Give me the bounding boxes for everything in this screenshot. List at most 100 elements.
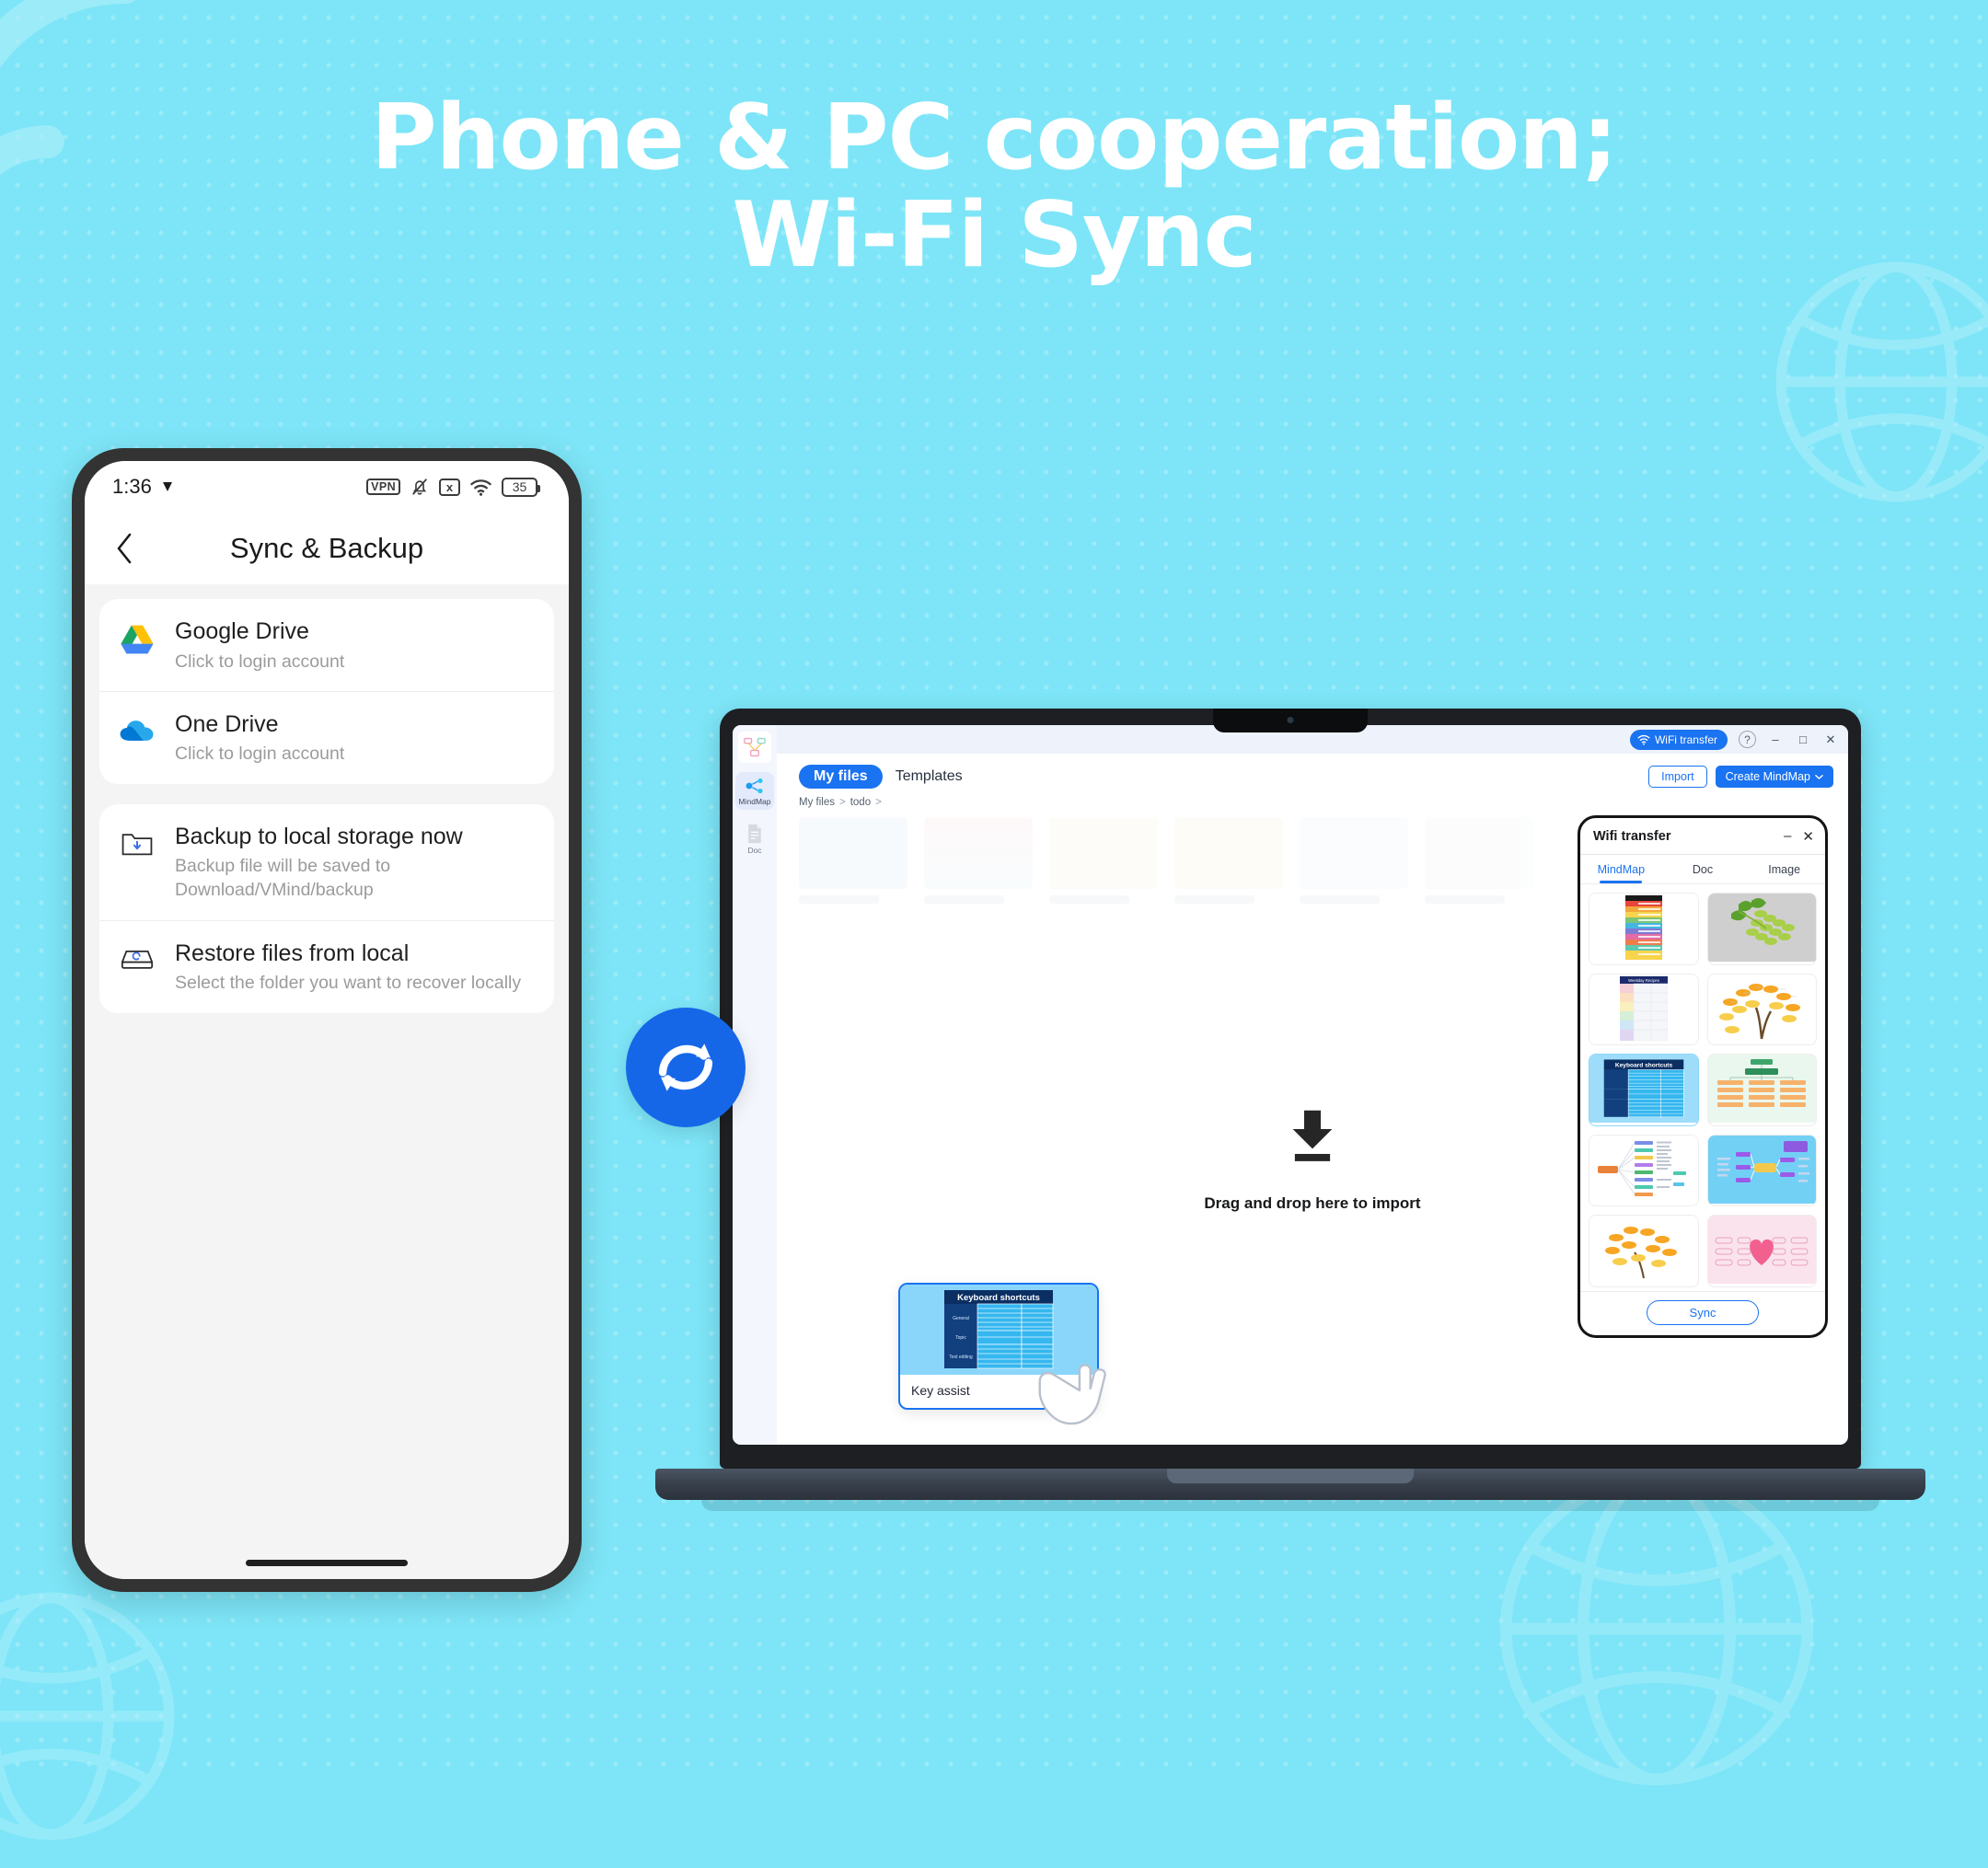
sync-item-title: Google Drive bbox=[175, 618, 309, 644]
laptop-base bbox=[655, 1469, 1925, 1500]
ghost-file-card bbox=[1300, 817, 1408, 904]
sync-item-title: One Drive bbox=[175, 710, 279, 737]
phone-app-bar: Sync & Backup bbox=[85, 513, 569, 584]
file-card-selected[interactable]: Keyboard shortcuts bbox=[1589, 1054, 1699, 1126]
tab-mindmap[interactable]: MindMap bbox=[1580, 855, 1662, 883]
phone-status-bar: 1:36 VPN x 35 bbox=[85, 461, 569, 513]
download-arrow-icon bbox=[1292, 1110, 1333, 1161]
sync-item-subtitle: Backup file will be saved to Download/VM… bbox=[175, 856, 391, 901]
wifi-transfer-footer: Sync bbox=[1580, 1291, 1825, 1335]
status-time: 1:36 bbox=[112, 475, 152, 498]
sidebar-item-doc[interactable]: Doc bbox=[735, 819, 774, 859]
wifi-transfer-header: Wifi transfer – ✕ bbox=[1580, 818, 1825, 855]
back-button[interactable] bbox=[98, 521, 153, 576]
close-button[interactable]: ✕ bbox=[1822, 732, 1839, 747]
file-card-meta bbox=[1708, 1284, 1817, 1286]
file-card[interactable] bbox=[1706, 1215, 1817, 1287]
tab-image[interactable]: Image bbox=[1743, 855, 1825, 883]
skills-map-thumb bbox=[1589, 1136, 1698, 1204]
phone-content: Google Drive Click to login account One … bbox=[85, 584, 569, 1579]
drop-zone-label: Drag and drop here to import bbox=[1204, 1194, 1421, 1212]
household-map-thumb bbox=[1707, 1135, 1816, 1204]
laptop-lid: MindMap Doc WiFi transfer ? – □ ✕ My fil… bbox=[720, 709, 1861, 1469]
minimize-button[interactable]: – bbox=[1767, 732, 1784, 746]
ghost-file-card bbox=[1049, 817, 1158, 904]
wifi-icon bbox=[470, 479, 491, 496]
sync-item-subtitle: Select the folder you want to recover lo… bbox=[175, 973, 522, 994]
google-drive-icon bbox=[118, 617, 156, 657]
wifi-transfer-minimize-button[interactable]: – bbox=[1784, 828, 1791, 844]
file-card[interactable]: Weekday Recipes bbox=[1589, 973, 1699, 1046]
cloud-accounts-card: Google Drive Click to login account One … bbox=[99, 599, 554, 784]
ghost-thumb bbox=[1049, 817, 1158, 889]
sync-item-google-drive[interactable]: Google Drive Click to login account bbox=[99, 599, 554, 691]
local-backup-card: Backup to local storage now Backup file … bbox=[99, 803, 554, 1013]
import-button[interactable]: Import bbox=[1648, 766, 1707, 788]
ghost-line bbox=[1174, 895, 1255, 904]
ghost-line bbox=[1049, 895, 1130, 904]
svg-text:Keyboard shortcuts: Keyboard shortcuts bbox=[1615, 1063, 1673, 1069]
ghost-line bbox=[799, 895, 880, 904]
sync-arrows-icon bbox=[658, 1044, 713, 1091]
hand-pointer-icon bbox=[1038, 1364, 1106, 1425]
orange-tree-thumb bbox=[1708, 974, 1817, 1043]
file-card[interactable]: Weekly Household Ch... 06-18 16:45 ⋮ bbox=[1706, 1134, 1817, 1207]
app-main: WiFi transfer ? – □ ✕ My files Templates… bbox=[777, 725, 1848, 1445]
sync-item-text: Restore files from local Select the fold… bbox=[175, 939, 534, 996]
mindmap-logo-icon bbox=[738, 732, 771, 763]
sync-item-subtitle: Click to login account bbox=[175, 744, 345, 765]
wifi-transfer-tabs: MindMap Doc Image bbox=[1580, 855, 1825, 884]
svg-text:Keyboard shortcuts: Keyboard shortcuts bbox=[957, 1293, 1040, 1303]
chevron-left-icon bbox=[117, 533, 132, 564]
location-arrow-icon bbox=[162, 482, 172, 491]
restore-drive-icon bbox=[118, 939, 156, 972]
ghost-line bbox=[1425, 895, 1506, 904]
ghost-thumb bbox=[799, 817, 907, 889]
folder-download-icon bbox=[118, 822, 156, 857]
colorful-list-thumb bbox=[1589, 894, 1698, 962]
tab-doc[interactable]: Doc bbox=[1662, 855, 1744, 883]
file-card[interactable]: Grapes 06-19 12:17 ⋮ bbox=[1706, 893, 1817, 965]
ghost-thumb bbox=[1174, 817, 1283, 889]
page-title: Phone & PC cooperation; Wi-Fi Sync bbox=[0, 89, 1988, 288]
file-card-meta bbox=[1589, 1284, 1698, 1286]
file-card[interactable] bbox=[1589, 1215, 1699, 1287]
wifi-transfer-close-button[interactable]: ✕ bbox=[1802, 828, 1814, 845]
battery-icon: 35 bbox=[502, 477, 540, 497]
file-card[interactable]: Tree 2(1) 06-19 13:57 ⋮ bbox=[1706, 973, 1817, 1046]
help-button[interactable]: ? bbox=[1739, 731, 1756, 748]
no-sim-icon: x bbox=[439, 478, 460, 496]
tab-my-files[interactable]: My files bbox=[799, 765, 883, 789]
file-card[interactable]: Techniques for Comb... 06-18 18:36 ⋮ bbox=[1706, 1054, 1817, 1126]
sync-item-text: One Drive Click to login account bbox=[175, 709, 534, 767]
create-mindmap-button[interactable]: Create MindMap bbox=[1715, 766, 1833, 788]
file-card-meta: Self Improvement Skills 06-18 17:50 ⋮ bbox=[1589, 1204, 1698, 1206]
headline-line-2: Wi-Fi Sync bbox=[732, 182, 1256, 288]
file-card[interactable]: Life Programs(1) 07-04 11:57 ⋮ bbox=[1589, 893, 1699, 965]
recipes-table-thumb: Weekday Recipes bbox=[1589, 974, 1698, 1043]
sync-item-restore-local[interactable]: Restore files from local Select the fold… bbox=[99, 919, 554, 1013]
doc-icon bbox=[748, 824, 761, 844]
sync-button[interactable]: Sync bbox=[1646, 1300, 1760, 1325]
grapes-mindmap-thumb bbox=[1707, 894, 1816, 962]
sidebar-item-label: Doc bbox=[747, 846, 762, 855]
wifi-transfer-title: Wifi transfer bbox=[1593, 828, 1671, 844]
phone-page-title: Sync & Backup bbox=[229, 532, 424, 564]
breadcrumb-todo[interactable]: todo bbox=[850, 797, 871, 808]
wifi-transfer-button[interactable]: WiFi transfer bbox=[1629, 729, 1728, 750]
tab-templates[interactable]: Templates bbox=[896, 768, 963, 785]
sync-item-title: Backup to local storage now bbox=[175, 823, 463, 849]
ghost-line bbox=[924, 895, 1005, 904]
sidebar-item-mindmap[interactable]: MindMap bbox=[735, 772, 774, 810]
file-card[interactable]: Self Improvement Skills 06-18 17:50 ⋮ bbox=[1589, 1134, 1699, 1207]
wifi-transfer-dialog: Wifi transfer – ✕ MindMap Doc Image Week… bbox=[1578, 815, 1828, 1338]
bell-muted-icon bbox=[412, 479, 427, 495]
laptop-device-mockup: MindMap Doc WiFi transfer ? – □ ✕ My fil… bbox=[655, 709, 1925, 1511]
maximize-button[interactable]: □ bbox=[1795, 732, 1811, 746]
sync-item-one-drive[interactable]: One Drive Click to login account bbox=[99, 690, 554, 784]
sync-item-backup-local[interactable]: Backup to local storage now Backup file … bbox=[99, 804, 554, 920]
sync-item-title: Restore files from local bbox=[175, 940, 410, 966]
svg-text:Topic: Topic bbox=[955, 1335, 966, 1341]
sync-item-subtitle: Click to login account bbox=[175, 651, 345, 672]
breadcrumb-my-files[interactable]: My files bbox=[799, 797, 835, 808]
